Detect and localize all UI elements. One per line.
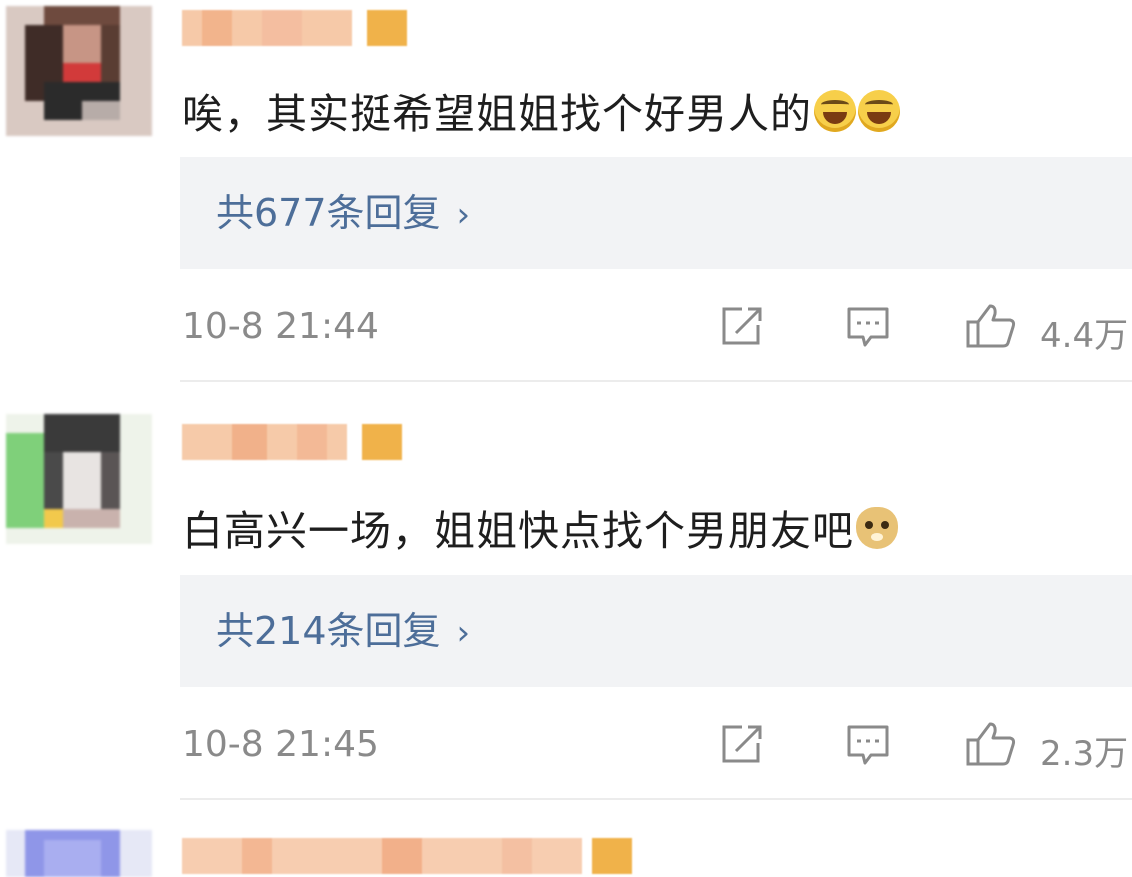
comment-text-body: 唉，其实挺希望姐姐找个好男人的	[182, 90, 812, 138]
comment-timestamp: 10-8 21:45	[182, 724, 379, 765]
thumbs-up-icon	[966, 722, 1016, 766]
chevron-right-icon: ›	[456, 613, 471, 653]
thumbs-up-icon	[966, 304, 1016, 348]
avatar[interactable]	[6, 6, 152, 136]
share-button[interactable]	[718, 723, 764, 765]
share-button[interactable]	[718, 305, 764, 347]
like-button[interactable]	[964, 720, 1020, 768]
comment-icon	[847, 307, 889, 347]
comment-text: 白高兴一场，姐姐快点找个男朋友吧	[182, 497, 898, 557]
laughing-crying-emoji-icon	[858, 90, 900, 132]
username-blurred[interactable]	[182, 424, 422, 460]
comment-button[interactable]	[845, 723, 891, 767]
like-count: 4.4万	[1040, 316, 1129, 356]
divider	[180, 798, 1132, 800]
laughing-crying-emoji-icon	[814, 90, 856, 132]
view-replies-button[interactable]: 共214条回复 ›	[180, 575, 1132, 687]
username-blurred[interactable]	[182, 10, 422, 46]
divider	[180, 380, 1132, 382]
comment-icon	[847, 725, 889, 765]
avatar[interactable]	[6, 414, 152, 544]
share-icon	[722, 307, 762, 345]
avatar[interactable]	[6, 830, 152, 877]
doge-emoji-icon	[856, 507, 898, 549]
username-blurred[interactable]	[182, 838, 642, 874]
comment-text-body: 白高兴一场，姐姐快点找个男朋友吧	[182, 507, 854, 555]
comment-timestamp: 10-8 21:44	[182, 306, 379, 347]
like-count: 2.3万	[1040, 734, 1129, 774]
replies-count-label: 共214条回复	[216, 609, 441, 653]
comment-button[interactable]	[845, 305, 891, 349]
like-button[interactable]	[964, 302, 1020, 350]
share-icon	[722, 725, 762, 763]
chevron-right-icon: ›	[456, 195, 471, 235]
replies-count-label: 共677条回复	[216, 191, 441, 235]
comment-text: 唉，其实挺希望姐姐找个好男人的	[182, 80, 900, 140]
view-replies-button[interactable]: 共677条回复 ›	[180, 157, 1132, 269]
